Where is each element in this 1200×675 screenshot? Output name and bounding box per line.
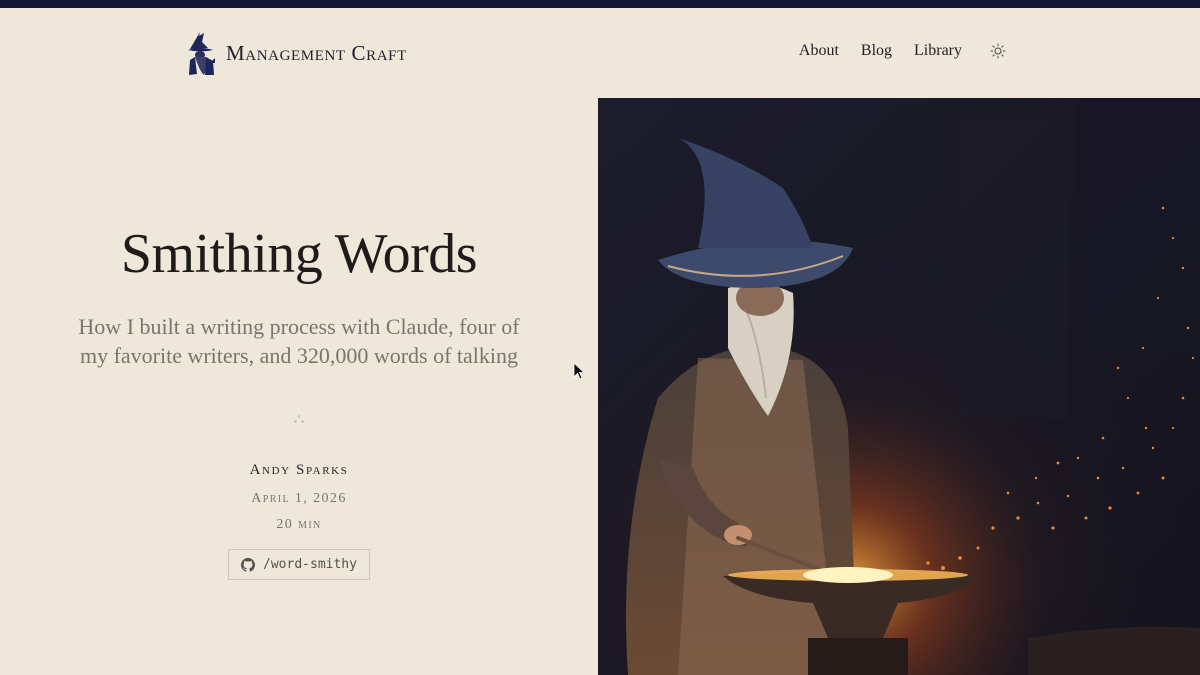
article-date: April 1, 2026 [251, 491, 347, 506]
article-author: Andy Sparks [249, 462, 349, 478]
article-hero: Smithing Words How I built a writing pro… [0, 98, 598, 675]
nav-item-about[interactable]: About [799, 42, 839, 60]
nav-item-library[interactable]: Library [914, 42, 962, 60]
repo-link-button[interactable]: /word-smithy [228, 549, 370, 580]
site-header: Management Craft About Blog Library [0, 8, 1200, 98]
article-subtitle: How I built a writing process with Claud… [78, 314, 520, 368]
ornament-divider-icon [294, 415, 304, 423]
repo-link-label: /word-smithy [263, 557, 357, 572]
top-accent-bar [0, 0, 1200, 8]
article-title: Smithing Words [120, 223, 478, 285]
article-read-time: 20 min [276, 517, 322, 532]
wizard-blacksmith-image [598, 98, 1200, 675]
main-nav: About Blog Library [799, 42, 1006, 60]
sun-icon[interactable] [990, 43, 1006, 59]
site-brand-link[interactable]: Management Craft [186, 30, 407, 76]
nav-item-blog[interactable]: Blog [861, 42, 892, 60]
site-title: Management Craft [226, 40, 407, 65]
github-icon [241, 557, 256, 572]
wizard-logo-icon [188, 32, 215, 75]
hero-illustration [598, 98, 1200, 675]
